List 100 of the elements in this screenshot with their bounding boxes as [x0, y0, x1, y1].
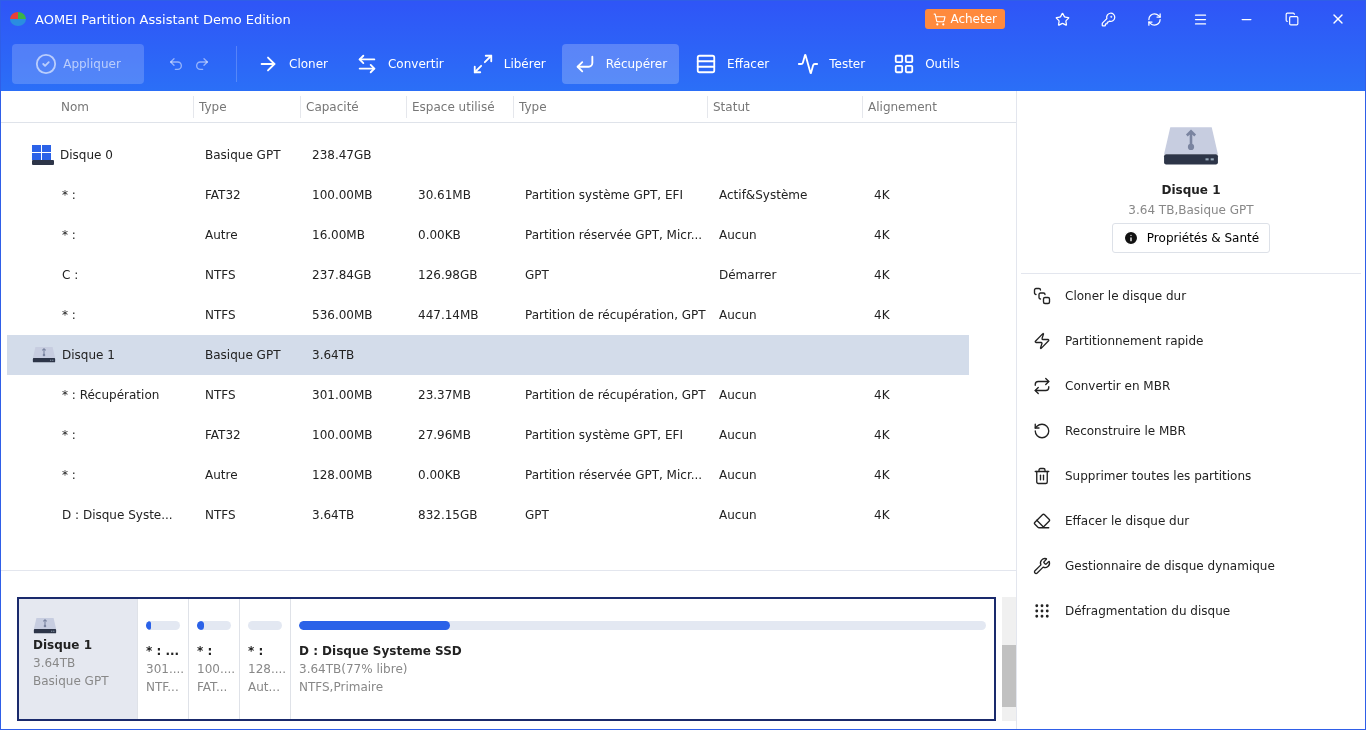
grid-icon	[893, 53, 916, 75]
disk-size: 3.64TB	[33, 656, 77, 671]
table-cell: 4K	[874, 508, 890, 522]
column-header[interactable]: Capacité	[300, 95, 406, 118]
properties-button[interactable]: Propriétés & Santé	[1111, 222, 1271, 253]
partition-format: Aut...	[248, 680, 281, 694]
action-link[interactable]: Cloner le disque dur	[1065, 289, 1187, 304]
partition-row[interactable]: * : FAT32 100.00MB 27.96MB Partition système GPT, EFI Aucun 4K	[7, 415, 969, 455]
disk-map-card[interactable]: Disque 1 3.64TB Basique GPT * : ... 301.... NTF... * : 100.... FAT... * : 128.... Aut... D : Disque Systeme SSD 3.64TB(77% libre) NTFS,Primaire	[17, 597, 996, 721]
info-icon	[1122, 229, 1139, 246]
table-cell: 4K	[874, 468, 890, 482]
action-link[interactable]: Effacer le disque dur	[1065, 514, 1190, 529]
table-cell: Partition de récupération, GPT	[525, 308, 706, 322]
stacked-squares-icon	[1033, 287, 1051, 306]
toolbar-button[interactable]: Outils	[881, 44, 972, 84]
table-cell: * :	[62, 428, 76, 442]
partition-name: * : ...	[146, 644, 180, 658]
toolbar-button[interactable]: Convertir	[344, 44, 456, 84]
table-cell: Démarrer	[719, 268, 777, 282]
partition-row[interactable]: * : Autre 128.00MB 0.00KB Partition réservée GPT, Micr... Aucun 4K	[7, 455, 969, 495]
action-link[interactable]: Supprimer toutes les partitions	[1065, 469, 1252, 484]
table-cell: * :	[62, 308, 76, 322]
table-cell: Aucun	[719, 388, 757, 402]
dots-grid-icon	[1033, 602, 1051, 621]
column-header[interactable]: Type	[193, 95, 300, 118]
action-link[interactable]: Gestionnaire de disque dynamique	[1065, 559, 1275, 574]
table-cell: 3.64TB	[312, 348, 355, 362]
partition-row[interactable]: * : Autre 16.00MB 0.00KB Partition réservée GPT, Micr... Aucun 4K	[7, 215, 969, 255]
table-cell: GPT	[525, 508, 549, 522]
cart-icon	[933, 12, 947, 26]
table-cell: Partition système GPT, EFI	[525, 188, 683, 202]
disk-row[interactable]: Disque 1 Basique GPT 3.64TB	[7, 335, 969, 375]
table-cell: 4K	[874, 388, 890, 402]
table-cell: Partition réservée GPT, Micr...	[525, 468, 703, 482]
partition-row[interactable]: * : Récupération NTFS 301.00MB 23.37MB Partition de récupération, GPT Aucun 4K	[7, 375, 969, 415]
partition-name: * :	[197, 644, 214, 658]
table-cell: NTFS	[205, 308, 236, 322]
table-cell: Autre	[205, 468, 238, 482]
table-cell: 128.00MB	[312, 468, 373, 482]
table-cell: Aucun	[719, 468, 757, 482]
partition-row[interactable]: * : FAT32 100.00MB 30.61MB Partition système GPT, EFI Actif&Système 4K	[7, 175, 969, 215]
column-header[interactable]: Statut	[707, 95, 862, 118]
disk-row[interactable]: Disque 0 Basique GPT 238.47GB	[7, 135, 969, 175]
action-link[interactable]: Partitionnement rapide	[1065, 334, 1204, 349]
lightning-icon	[1033, 332, 1051, 351]
column-header[interactable]: Alignement	[862, 95, 972, 118]
partition-row[interactable]: D : Disque Syste... NTFS 3.64TB 832.15GB GPT Aucun 4K	[7, 495, 969, 535]
restore-icon[interactable]	[1285, 12, 1299, 26]
table-cell: 301.00MB	[312, 388, 373, 402]
table-cell: 447.14MB	[418, 308, 479, 322]
drive-icon	[1162, 125, 1220, 167]
table-cell: 3.64TB	[312, 508, 355, 522]
toolbar-button[interactable]: Tester	[785, 44, 878, 84]
table-cell: D : Disque Syste...	[62, 508, 173, 522]
toolbar-button[interactable]: Cloner	[245, 44, 340, 84]
refresh-icon[interactable]	[1146, 11, 1162, 27]
table-cell: 4K	[874, 228, 890, 242]
eraser-icon	[1033, 512, 1051, 531]
partition-row[interactable]: * : NTFS 536.00MB 447.14MB Partition de récupération, GPT Aucun 4K	[7, 295, 969, 335]
key-icon[interactable]	[1100, 11, 1116, 27]
toolbar-button[interactable]: Effacer	[683, 44, 782, 84]
table-cell: Actif&Système	[719, 188, 808, 202]
table-cell: 238.47GB	[312, 148, 372, 162]
table-cell: 27.96MB	[418, 428, 471, 442]
table-cell: Disque 0	[60, 148, 113, 162]
table-cell: 16.00MB	[312, 228, 365, 242]
toolbar-button[interactable]: Libérer	[459, 44, 558, 84]
partition-format: FAT...	[197, 680, 229, 694]
table-cell: FAT32	[205, 428, 241, 442]
partition-name: * :	[248, 644, 265, 658]
partition-name: D : Disque Systeme SSD	[299, 644, 463, 658]
table-cell: * :	[62, 188, 76, 202]
column-header[interactable]: Type	[513, 95, 707, 118]
table-cell: Partition de récupération, GPT	[525, 388, 706, 402]
table-cell: Autre	[205, 228, 238, 242]
table-cell: 4K	[874, 188, 890, 202]
action-link[interactable]: Convertir en MBR	[1065, 379, 1171, 394]
disk-summary: 3.64 TB,Basique GPT	[1128, 202, 1254, 217]
table-cell: Partition réservée GPT, Micr...	[525, 228, 703, 242]
wrench-icon	[1033, 557, 1051, 576]
table-cell: Aucun	[719, 428, 757, 442]
windows-disk-icon	[32, 145, 54, 165]
action-link[interactable]: Reconstruire le MBR	[1065, 424, 1186, 439]
usb-drive-icon	[33, 617, 57, 635]
scrollbar[interactable]	[1002, 597, 1016, 721]
table-cell: C :	[62, 268, 79, 282]
table-cell: Basique GPT	[205, 348, 281, 362]
trash-icon	[1033, 467, 1051, 486]
action-link[interactable]: Défragmentation du disque	[1065, 604, 1231, 619]
menu-icon[interactable]	[1192, 11, 1208, 27]
star-icon[interactable]	[1054, 11, 1070, 27]
column-header[interactable]: Nom	[1, 95, 193, 118]
partition-format: NTFS,Primaire	[299, 680, 385, 694]
pulse-icon	[797, 53, 820, 75]
column-header[interactable]: Espace utilisé	[406, 95, 513, 118]
table-cell: * :	[62, 228, 76, 242]
table-cell: FAT32	[205, 188, 241, 202]
table-cell: 4K	[874, 428, 890, 442]
table-cell: Aucun	[719, 228, 757, 242]
partition-row[interactable]: C : NTFS 237.84GB 126.98GB GPT Démarrer 4K	[7, 255, 969, 295]
